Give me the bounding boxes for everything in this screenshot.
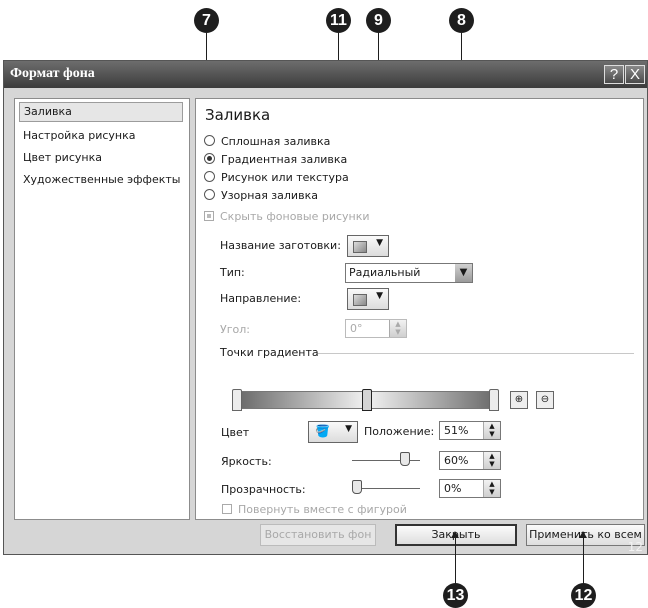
paint-bucket-icon: 🪣 bbox=[315, 424, 330, 438]
title-bar: Формат фона ? X bbox=[4, 61, 647, 88]
direction-label: Направление: bbox=[220, 292, 302, 305]
transparency-thumb[interactable] bbox=[352, 480, 362, 494]
direction-button[interactable]: ▼ bbox=[347, 288, 389, 310]
add-stop-icon[interactable]: ⊕ bbox=[510, 391, 528, 409]
transparency-spinner[interactable]: 0% ▲ ▼ bbox=[439, 479, 501, 498]
group-divider bbox=[318, 353, 634, 354]
sidebar-item-picture-color[interactable]: Цвет рисунка bbox=[19, 148, 183, 168]
gradient-stops-label: Точки градиента bbox=[220, 346, 319, 359]
brightness-thumb[interactable] bbox=[400, 452, 410, 466]
callout-9: 9 bbox=[366, 8, 391, 33]
remove-stop-icon[interactable]: ⊖ bbox=[536, 391, 554, 409]
radio-label: Градиентная заливка bbox=[221, 153, 348, 166]
help-button[interactable]: ? bbox=[604, 65, 624, 84]
radio-pattern-fill[interactable]: Узорная заливка bbox=[204, 188, 318, 204]
reset-background-button[interactable]: Восстановить фон bbox=[260, 524, 376, 546]
callout-13: 13 bbox=[443, 583, 468, 608]
brightness-value: 60% bbox=[444, 454, 469, 467]
gradient-stop[interactable] bbox=[232, 389, 242, 411]
gradient-stop[interactable] bbox=[489, 389, 499, 411]
angle-value: 0° bbox=[350, 322, 363, 335]
preset-label: Название заготовки: bbox=[220, 239, 341, 252]
transparency-label: Прозрачность: bbox=[221, 483, 306, 496]
hide-background-checkbox[interactable]: Скрыть фоновые рисунки bbox=[204, 209, 370, 225]
spin-arrows-icon[interactable]: ▲ ▼ bbox=[483, 422, 500, 439]
radio-solid-fill[interactable]: Сплошная заливка bbox=[204, 134, 330, 150]
angle-spinner[interactable]: 0° ▲ ▼ bbox=[345, 319, 407, 338]
close-window-button[interactable]: X bbox=[625, 65, 645, 84]
radio-label: Сплошная заливка bbox=[221, 135, 331, 148]
rotate-with-shape-checkbox[interactable]: Повернуть вместе с фигурой bbox=[222, 502, 407, 518]
fill-panel: Заливка Сплошная заливка Градиентная зал… bbox=[195, 98, 644, 520]
format-background-dialog: Формат фона ? X Заливка Настройка рисунк… bbox=[3, 60, 648, 555]
color-picker-button[interactable]: 🪣 ▼ bbox=[308, 421, 358, 443]
color-label: Цвет bbox=[221, 426, 250, 439]
transparency-slider[interactable] bbox=[352, 488, 420, 489]
checkbox-box[interactable] bbox=[222, 504, 232, 514]
checkbox-box[interactable] bbox=[204, 211, 214, 221]
dropdown-arrow-icon: ▼ bbox=[345, 424, 352, 434]
radio-circle[interactable] bbox=[204, 135, 215, 146]
radio-label: Рисунок или текстура bbox=[221, 171, 349, 184]
spin-arrows-icon[interactable]: ▲ ▼ bbox=[389, 320, 406, 337]
checkbox-label: Повернуть вместе с фигурой bbox=[238, 503, 407, 516]
sidebar-item-picture-corrections[interactable]: Настройка рисунка bbox=[19, 126, 183, 146]
brightness-spinner[interactable]: 60% ▲ ▼ bbox=[439, 451, 501, 470]
position-spinner[interactable]: 51% ▲ ▼ bbox=[439, 421, 501, 440]
dropdown-arrow-icon: ▼ bbox=[376, 238, 383, 248]
radio-circle-selected[interactable] bbox=[204, 153, 215, 164]
corner-number: 12 bbox=[627, 540, 643, 554]
brightness-label: Яркость: bbox=[221, 455, 272, 468]
category-sidebar: Заливка Настройка рисунка Цвет рисунка Х… bbox=[14, 98, 190, 520]
checkbox-label: Скрыть фоновые рисунки bbox=[220, 210, 370, 223]
type-value: Радиальный bbox=[349, 266, 421, 279]
panel-heading: Заливка bbox=[205, 106, 271, 124]
radio-picture-fill[interactable]: Рисунок или текстура bbox=[204, 170, 349, 186]
gradient-swatch-icon bbox=[353, 241, 367, 253]
spin-arrows-icon[interactable]: ▲ ▼ bbox=[483, 452, 500, 469]
transparency-value: 0% bbox=[444, 482, 462, 495]
angle-label: Угол: bbox=[220, 323, 250, 336]
callout-11: 11 bbox=[326, 8, 351, 33]
callout-7: 7 bbox=[194, 8, 219, 33]
dropdown-arrow-icon: ▼ bbox=[376, 291, 383, 301]
chevron-down-icon[interactable]: ▼ bbox=[455, 264, 472, 282]
spin-arrows-icon[interactable]: ▲ ▼ bbox=[483, 480, 500, 497]
direction-swatch-icon bbox=[353, 294, 367, 306]
callout-12-pointer bbox=[579, 531, 587, 584]
sidebar-item-fill[interactable]: Заливка bbox=[19, 102, 183, 122]
sidebar-item-artistic-effects[interactable]: Художественные эффекты bbox=[19, 170, 183, 190]
callout-13-pointer bbox=[451, 531, 459, 584]
gradient-stop-selected[interactable] bbox=[362, 389, 372, 411]
radio-gradient-fill[interactable]: Градиентная заливка bbox=[204, 152, 347, 168]
radio-label: Узорная заливка bbox=[221, 189, 318, 202]
radio-circle[interactable] bbox=[204, 189, 215, 200]
type-select[interactable]: Радиальный ▼ bbox=[345, 263, 473, 283]
dialog-title: Формат фона bbox=[10, 66, 95, 81]
callout-8: 8 bbox=[449, 8, 474, 33]
position-value: 51% bbox=[444, 424, 469, 437]
radio-circle[interactable] bbox=[204, 171, 215, 182]
type-label: Тип: bbox=[220, 266, 245, 279]
position-label: Положение: bbox=[364, 425, 435, 438]
preset-gradient-button[interactable]: ▼ bbox=[347, 235, 389, 257]
callout-12: 12 bbox=[571, 583, 596, 608]
